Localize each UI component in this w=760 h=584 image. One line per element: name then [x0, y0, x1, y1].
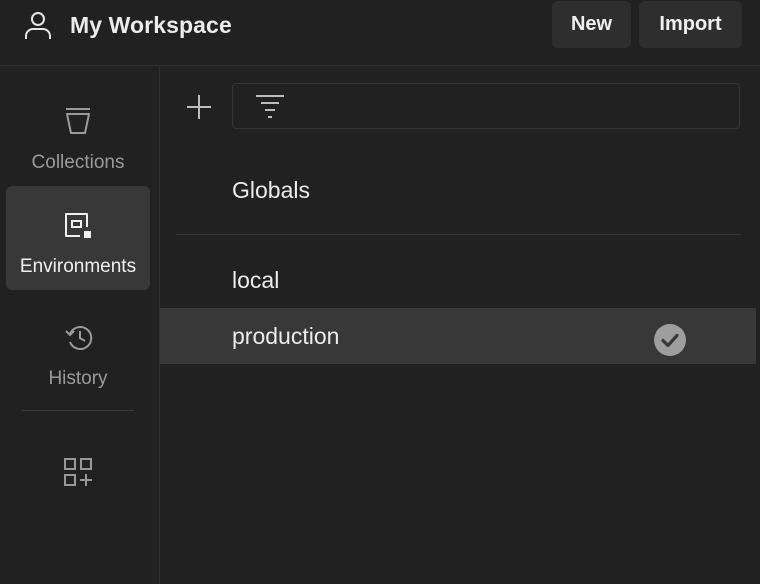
sidebar-item-label: Environments	[19, 256, 137, 277]
add-environment-button[interactable]	[184, 92, 214, 122]
environments-panel: Globals local production	[160, 66, 760, 584]
user-icon[interactable]	[22, 9, 54, 41]
sidebar-item-collections[interactable]: Collections	[6, 82, 150, 186]
environment-label: Globals	[232, 177, 310, 203]
new-button[interactable]: New	[552, 1, 631, 48]
sidebar-divider	[22, 410, 133, 411]
environment-label: production	[232, 323, 340, 349]
collections-icon	[66, 108, 90, 134]
environment-item-globals[interactable]: Globals	[160, 162, 756, 218]
sidebar-item-environments[interactable]: Environments	[6, 186, 150, 290]
list-divider	[176, 234, 741, 235]
filter-input[interactable]	[293, 90, 727, 124]
environment-label: local	[232, 267, 280, 293]
environment-item-production[interactable]: production	[160, 308, 756, 364]
sidebar-item-label: Collections	[31, 152, 125, 173]
sidebar-item-history[interactable]: History	[6, 298, 150, 402]
import-button[interactable]: Import	[639, 1, 742, 48]
sidebar-item-label: History	[48, 368, 108, 389]
workspace-title[interactable]: My Workspace	[70, 12, 232, 39]
history-icon	[65, 326, 93, 350]
add-apps-icon[interactable]	[63, 457, 95, 494]
check-circle-icon[interactable]	[654, 320, 686, 376]
sidebar: Collections Environments History	[0, 66, 160, 584]
filter-box	[232, 83, 740, 129]
environment-item-local[interactable]: local	[160, 252, 756, 308]
workspace-header: My Workspace New Import	[0, 0, 760, 66]
filter-icon	[255, 94, 285, 125]
environments-icon	[65, 213, 91, 238]
plus-icon	[187, 95, 211, 119]
